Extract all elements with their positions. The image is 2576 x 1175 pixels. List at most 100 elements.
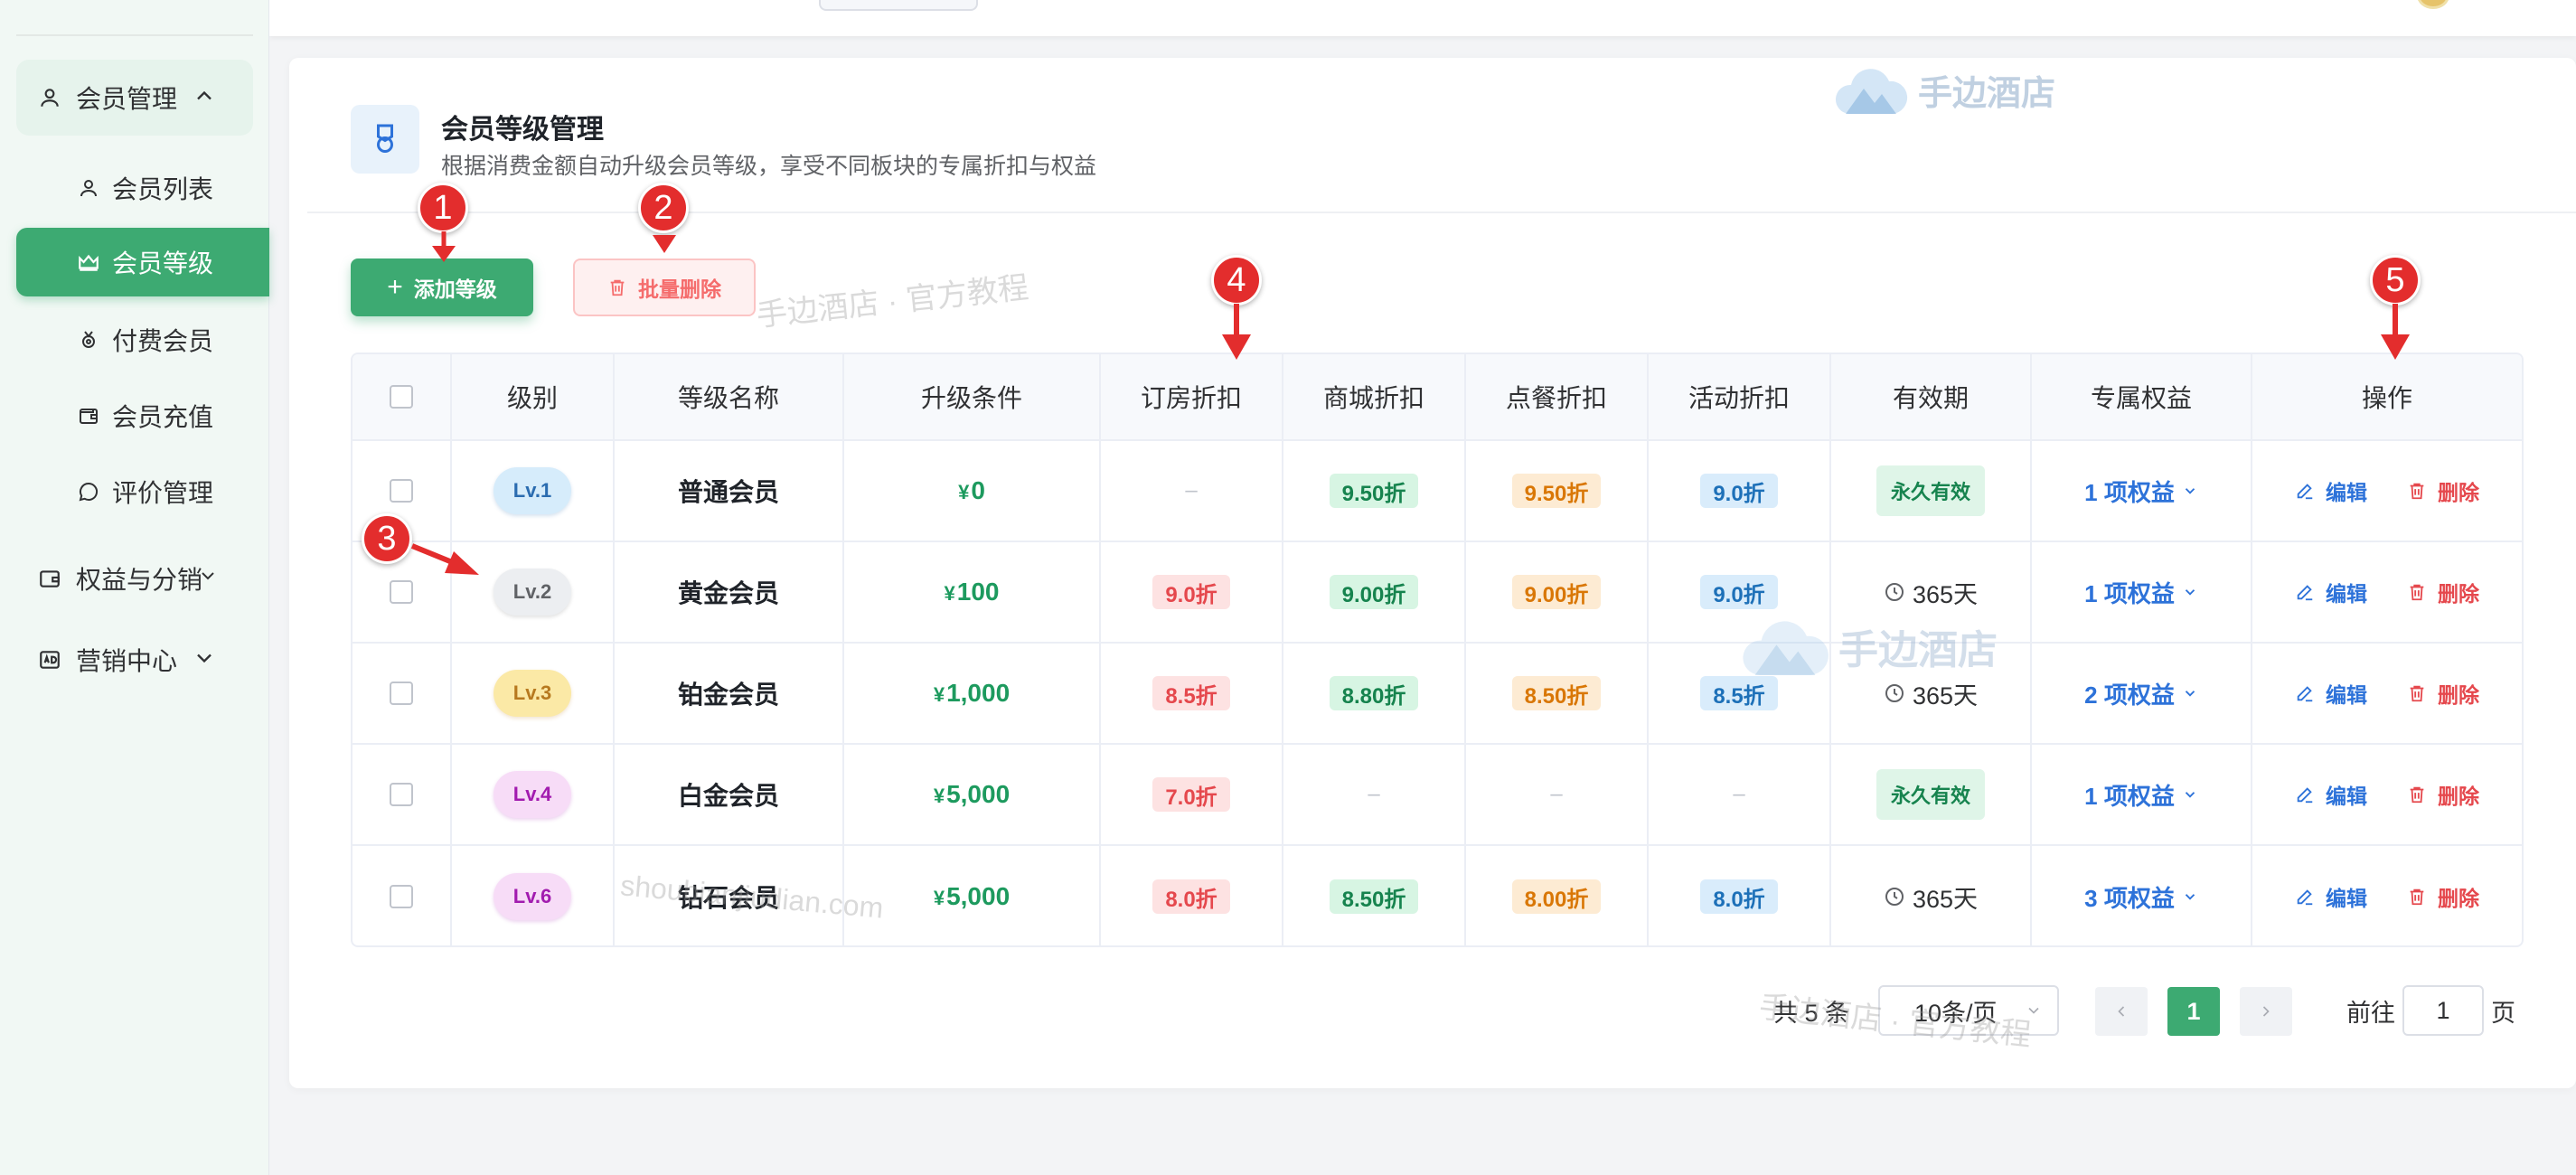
delete-button[interactable]: 删除 — [2407, 779, 2479, 810]
pencil-icon — [2295, 887, 2315, 907]
validity-cell: 365天 — [1831, 644, 2032, 743]
chevron-down-icon — [2182, 888, 2198, 905]
name-cell: 普通会员 — [615, 441, 844, 540]
discount-tag: 8.80折 — [1329, 676, 1419, 710]
comment-icon — [76, 479, 101, 504]
prev-page-button[interactable] — [2095, 987, 2148, 1036]
row-checkbox[interactable] — [390, 580, 413, 604]
row-checkbox[interactable] — [390, 783, 413, 806]
room-discount-cell: 8.0折 — [1101, 846, 1283, 945]
select-all-cell — [353, 354, 452, 439]
rights-cell: 1 项权益 — [2032, 441, 2252, 540]
currency-symbol: ¥ — [944, 582, 955, 605]
crown-icon — [76, 249, 101, 275]
callout-marker: 2 — [638, 183, 689, 233]
condition-amount: 0 — [971, 476, 985, 504]
empty-value: – — [1733, 782, 1745, 806]
trash-icon — [2407, 582, 2427, 602]
rights-dropdown[interactable]: 3 项权益 — [2084, 880, 2198, 914]
table-row: Lv.4 白金会员 ¥5,000 7.0折 – – – 永久有效 1 项权益 编辑 删除 — [353, 745, 2522, 846]
dining-discount-cell: 8.50折 — [1466, 644, 1649, 743]
row-checkbox[interactable] — [390, 885, 413, 908]
callout-marker: 3 — [362, 513, 412, 564]
select-cell — [353, 745, 452, 844]
sidebar-group-rights-distribution[interactable]: 权益与分销 — [16, 540, 253, 616]
select-all-checkbox[interactable] — [390, 385, 413, 409]
sidebar: 会员管理 会员列表 会员等级 付费会员 会员充值 评价管理 权益与分销 营销中心 — [0, 0, 269, 1175]
sidebar-item-member-list[interactable]: 会员列表 — [16, 154, 269, 222]
level-badge: Lv.2 — [494, 569, 571, 616]
wallet-icon — [36, 565, 63, 592]
sidebar-group-marketing-center[interactable]: 营销中心 — [16, 622, 253, 698]
sidebar-item-paid-member[interactable]: 付费会员 — [16, 306, 269, 374]
column-header: 商城折扣 — [1283, 354, 1466, 439]
condition-cell: ¥5,000 — [844, 745, 1101, 844]
rights-dropdown[interactable]: 1 项权益 — [2084, 576, 2198, 609]
sidebar-item-member-level[interactable]: 会员等级 — [16, 228, 269, 296]
edit-button[interactable]: 编辑 — [2295, 577, 2367, 607]
activity-discount-cell: 8.0折 — [1649, 846, 1831, 945]
batch-delete-button[interactable]: 批量删除 — [573, 258, 756, 316]
page-size-select[interactable]: 10条/页 — [1878, 985, 2059, 1036]
delete-label: 删除 — [2438, 582, 2479, 606]
arrow-right-icon — [410, 543, 479, 575]
name-cell: 黄金会员 — [615, 542, 844, 642]
delete-button[interactable]: 删除 — [2407, 881, 2479, 912]
upgrade-condition: ¥1,000 — [934, 679, 1010, 708]
edit-button[interactable]: 编辑 — [2295, 779, 2367, 810]
edit-button[interactable]: 编辑 — [2295, 475, 2367, 506]
trash-icon — [2407, 785, 2427, 804]
avatar[interactable] — [2417, 0, 2449, 9]
row-actions: 编辑 删除 — [2295, 779, 2479, 810]
next-page-button[interactable] — [2240, 987, 2292, 1036]
goto-page-input[interactable]: 1 — [2402, 985, 2484, 1036]
sidebar-group-label: 会员管理 — [76, 85, 178, 113]
currency-symbol: ¥ — [933, 683, 945, 706]
validity-value: 365天 — [1884, 676, 1978, 711]
discount-tag: 8.00折 — [1511, 879, 1602, 914]
row-checkbox[interactable] — [390, 479, 413, 503]
trash-icon — [2407, 887, 2427, 907]
clock-icon — [1884, 581, 1905, 603]
arrow-down-icon — [2381, 304, 2410, 360]
pencil-icon — [2295, 481, 2315, 501]
rights-dropdown[interactable]: 1 项权益 — [2084, 475, 2198, 508]
rights-count: 1 项权益 — [2084, 478, 2175, 506]
discount-tag: 9.50折 — [1329, 474, 1419, 508]
level-name: 白金会员 — [677, 782, 779, 810]
rights-dropdown[interactable]: 1 项权益 — [2084, 778, 2198, 812]
chevron-down-icon — [192, 645, 217, 671]
validity-cell: 永久有效 — [1831, 441, 2032, 540]
add-level-label: 添加等级 — [413, 277, 497, 301]
add-level-button[interactable]: + 添加等级 — [351, 258, 533, 316]
delete-button[interactable]: 删除 — [2407, 678, 2479, 709]
discount-tag: 8.0折 — [1152, 879, 1230, 914]
chevron-left-icon — [2118, 1006, 2125, 1017]
level-name: 铂金会员 — [677, 681, 779, 709]
level-name: 普通会员 — [677, 478, 779, 506]
row-checkbox[interactable] — [390, 682, 413, 705]
row-actions: 编辑 删除 — [2295, 577, 2479, 607]
mall-discount-cell: – — [1283, 745, 1466, 844]
delete-button[interactable]: 删除 — [2407, 475, 2479, 506]
activity-discount-cell: 8.5折 — [1649, 644, 1831, 743]
sidebar-group-member-management[interactable]: 会员管理 — [16, 60, 253, 136]
rights-cell: 1 项权益 — [2032, 745, 2252, 844]
room-discount-cell: 7.0折 — [1101, 745, 1283, 844]
sidebar-divider — [16, 34, 253, 36]
validity-text: 365天 — [1912, 682, 1979, 710]
page-number-current[interactable]: 1 — [2167, 987, 2220, 1036]
chevron-down-icon — [197, 564, 222, 589]
column-header: 有效期 — [1831, 354, 2032, 439]
header-tab[interactable] — [819, 0, 978, 11]
rights-dropdown[interactable]: 2 项权益 — [2084, 677, 2198, 710]
edit-button[interactable]: 编辑 — [2295, 881, 2367, 912]
edit-button[interactable]: 编辑 — [2295, 678, 2367, 709]
name-cell: 白金会员 — [615, 745, 844, 844]
member-level-table: 级别 等级名称 升级条件 订房折扣 商城折扣 点餐折扣 活动折扣 有效期 专属权… — [351, 352, 2524, 947]
sidebar-item-review-management[interactable]: 评价管理 — [16, 457, 269, 526]
sidebar-item-member-recharge[interactable]: 会员充值 — [16, 381, 269, 450]
delete-label: 删除 — [2438, 785, 2479, 808]
delete-button[interactable]: 删除 — [2407, 577, 2479, 607]
plus-icon: + — [387, 272, 403, 302]
